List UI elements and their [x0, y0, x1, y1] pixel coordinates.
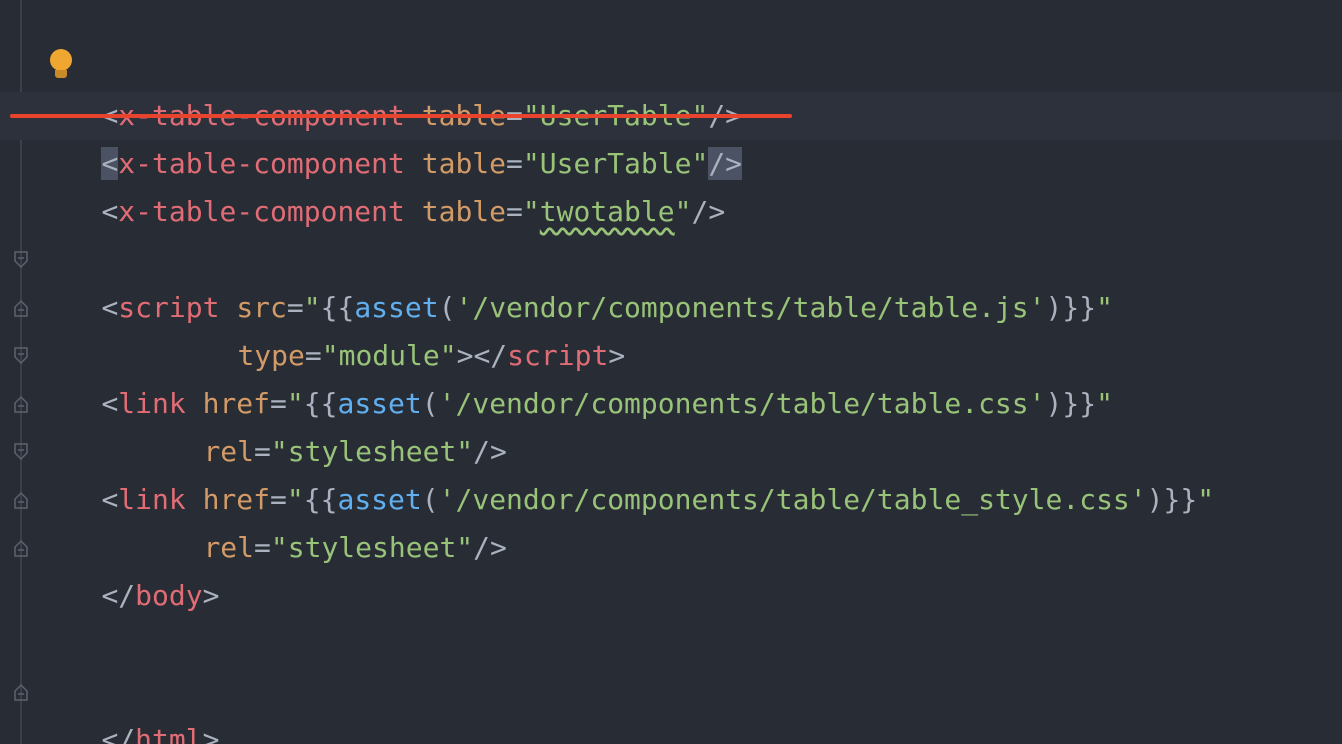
token: = [506, 195, 523, 228]
code-line-script[interactable]: <script src="{{asset('/vendor/components… [34, 236, 1113, 324]
fold-icon[interactable] [13, 347, 29, 365]
code-line-link-1[interactable]: <link href="{{asset('/vendor/components/… [34, 332, 1113, 420]
code-line-html-close[interactable]: </html> [34, 668, 219, 744]
token: x-table-component [118, 195, 405, 228]
token: body [135, 579, 203, 612]
token: " [522, 195, 540, 228]
token: < [101, 195, 119, 228]
lightbulb-icon[interactable] [50, 49, 72, 71]
token: ) [1146, 483, 1164, 516]
token: /> [473, 531, 507, 564]
token: " [1197, 483, 1215, 516]
code-line-rel-1[interactable]: rel="stylesheet"/> [136, 380, 506, 468]
token: > [202, 723, 220, 744]
token: '/vendor/components/table/table.css' [438, 387, 1046, 420]
token: " [1096, 291, 1113, 324]
code-line-rel-2[interactable]: rel="stylesheet"/> [136, 476, 506, 564]
token: > [202, 579, 220, 612]
token: }} [1163, 483, 1198, 516]
lightbulb-icon-base [55, 70, 67, 78]
code-line-script-type[interactable]: type="module"></script> [170, 284, 625, 372]
token: }} [1062, 387, 1097, 420]
token: </ [101, 579, 136, 612]
fold-icon[interactable] [13, 443, 29, 461]
code-editor[interactable]: <x-table-component table="UserTable"/> <… [0, 0, 1342, 744]
strikethrough-mark [10, 114, 792, 118]
code-line-3[interactable]: <x-table-component table="twotable"/> [34, 140, 725, 228]
token: = [254, 531, 271, 564]
code-line-body-close[interactable]: </body> [34, 524, 219, 612]
token: </ [101, 723, 136, 744]
fold-icon[interactable] [13, 395, 29, 413]
fold-icon[interactable] [13, 491, 29, 509]
code-line-1[interactable]: <x-table-component table="UserTable"/> [34, 44, 742, 132]
fold-icon[interactable] [13, 251, 29, 269]
token: "stylesheet" [270, 531, 474, 564]
token: < [101, 483, 119, 516]
token: < [101, 291, 119, 324]
token: html [135, 723, 203, 744]
token: " [1096, 387, 1113, 420]
token: '/vendor/components/table/table_style.cs… [438, 483, 1147, 516]
token: ) [1045, 291, 1063, 324]
token: /> [691, 195, 726, 228]
token: table [421, 195, 507, 228]
token: < [101, 387, 119, 420]
token: ) [1045, 387, 1063, 420]
token: twotable [539, 195, 675, 228]
fold-icon[interactable] [13, 683, 29, 701]
code-line-link-2[interactable]: <link href="{{asset('/vendor/components/… [34, 428, 1214, 516]
fold-icon[interactable] [13, 539, 29, 557]
fold-icon[interactable] [13, 299, 29, 317]
token: }} [1062, 291, 1097, 324]
token: " [674, 195, 692, 228]
